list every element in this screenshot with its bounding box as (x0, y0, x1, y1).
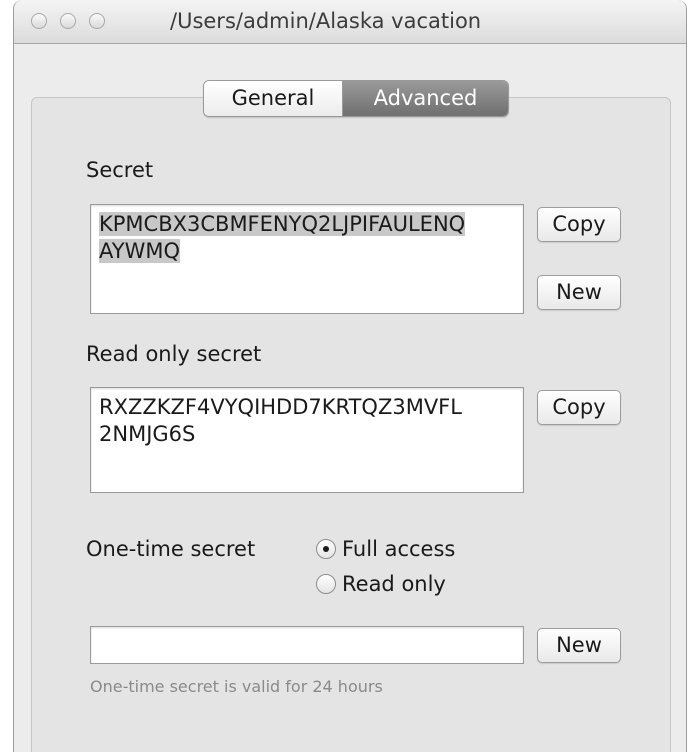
copy-secret-button[interactable]: Copy (537, 207, 621, 242)
one-time-secret-hint: One-time secret is valid for 24 hours (90, 677, 383, 696)
secret-line-2: AYWMQ (99, 239, 180, 263)
radio-button-icon[interactable] (316, 574, 336, 594)
read-only-secret-textarea[interactable]: RXZZKZF4VYQIHDD7KRTQZ3MVFL 2NMJG6S (90, 387, 524, 493)
title-bar: /Users/admin/Alaska vacation (14, 0, 686, 44)
read-only-secret-line-1: RXZZKZF4VYQIHDD7KRTQZ3MVFL (99, 395, 462, 419)
secret-label: Secret (86, 158, 154, 182)
secret-textarea[interactable]: KPMCBX3CBMFENYQ2LJPIFAULENQ AYWMQ (90, 204, 524, 314)
zoom-window-icon[interactable] (89, 13, 105, 29)
one-time-secret-label: One-time secret (86, 537, 256, 561)
new-secret-button[interactable]: New (537, 275, 621, 310)
close-window-icon[interactable] (31, 13, 47, 29)
window-title: /Users/admin/Alaska vacation (170, 9, 482, 33)
tab-advanced[interactable]: Advanced (343, 81, 508, 116)
radio-read-only[interactable]: Read only (316, 572, 446, 596)
radio-button-selected-icon[interactable] (316, 539, 336, 559)
radio-full-access-label: Full access (342, 537, 456, 561)
one-time-secret-input[interactable] (90, 626, 524, 664)
radio-full-access[interactable]: Full access (316, 537, 455, 561)
secret-line-1: KPMCBX3CBMFENYQ2LJPIFAULENQ (99, 212, 466, 236)
minimize-window-icon[interactable] (60, 13, 76, 29)
tab-general[interactable]: General (204, 81, 343, 116)
radio-read-only-label: Read only (342, 572, 446, 596)
new-one-time-secret-button[interactable]: New (537, 628, 621, 663)
copy-read-only-secret-button[interactable]: Copy (537, 390, 621, 425)
tab-bar: General Advanced (203, 80, 509, 117)
preferences-window: /Users/admin/Alaska vacation General Adv… (13, 0, 687, 752)
read-only-secret-label: Read only secret (86, 342, 262, 366)
read-only-secret-line-2: 2NMJG6S (99, 422, 196, 446)
